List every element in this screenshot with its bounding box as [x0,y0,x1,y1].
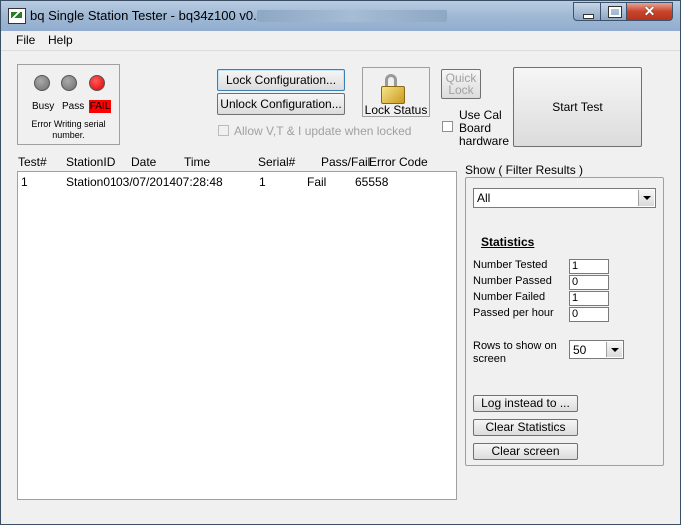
col-time[interactable]: Time [184,155,210,169]
padlock-body-icon [381,86,405,104]
lock-configuration-button[interactable]: Lock Configuration... [217,69,345,91]
passed-per-hour-label: Passed per hour [473,307,554,319]
statistics-heading: Statistics [481,235,535,249]
clear-screen-label: Clear screen [491,444,560,458]
window-title: bq Single Station Tester - bq34z100 v0.0… [30,8,272,23]
number-passed-label: Number Passed [473,275,552,287]
rows-to-show-select[interactable]: 50 [569,340,624,359]
number-failed-label: Number Failed [473,291,546,303]
col-serial[interactable]: Serial# [258,155,295,169]
rows-to-show-label-1: Rows to show on [473,340,557,352]
log-instead-label: Log instead to ... [481,396,570,410]
rows-to-show-value: 50 [573,343,587,357]
unlock-configuration-label: Unlock Configuration... [220,97,342,111]
busy-indicator-icon [34,75,50,91]
menu-help[interactable]: Help [48,33,73,47]
clear-statistics-button[interactable]: Clear Statistics [473,419,578,436]
filter-selected-value: All [477,191,491,205]
row-1-time[interactable]: 07:28:48 [176,175,223,189]
menu-bar: File Help [1,31,680,51]
unlock-configuration-button[interactable]: Unlock Configuration... [217,93,345,115]
row-1-date[interactable]: 03/07/2014 [116,175,176,189]
title-redacted-area [257,10,447,22]
row-1-error[interactable]: 65558 [355,175,388,189]
close-icon: ✕ [643,3,656,19]
lock-status-button[interactable]: Lock Status [362,67,430,117]
use-cal-label-2: Board [459,121,492,135]
col-pass-fail[interactable]: Pass/Fail [321,155,370,169]
close-button[interactable]: ✕ [626,2,673,21]
clear-screen-button[interactable]: Clear screen [473,443,578,460]
app-icon [8,8,26,24]
results-list[interactable] [17,171,457,500]
maximize-button[interactable] [600,2,627,21]
fail-label: FAIL [89,100,111,113]
menu-file[interactable]: File [16,33,35,47]
use-cal-label-3: hardware [459,134,510,148]
log-instead-button[interactable]: Log instead to ... [473,395,578,412]
title-bar[interactable]: bq Single Station Tester - bq34z100 v0.0… [1,1,680,31]
row-1-test[interactable]: 1 [21,175,28,189]
use-cal-board-checkbox[interactable] [442,121,453,132]
row-1-station[interactable]: Station01 [66,175,117,189]
lock-configuration-label: Lock Configuration... [225,73,337,87]
col-date[interactable]: Date [131,155,156,169]
status-panel: Busy Pass FAIL Error Writing serial numb… [17,64,120,145]
app-window: bq Single Station Tester - bq34z100 v0.0… [0,0,681,525]
pass-label: Pass [62,101,85,112]
number-tested-field[interactable]: 1 [569,259,609,274]
minimize-button[interactable] [573,2,601,21]
allow-update-checkbox[interactable] [218,125,229,136]
allow-update-label: Allow V,T & I update when locked [234,124,412,138]
status-message: Error Writing serial number. [31,119,106,140]
clear-statistics-label: Clear Statistics [485,420,566,434]
number-failed-field[interactable]: 1 [569,291,609,306]
chevron-down-icon[interactable] [606,342,622,357]
col-error-code[interactable]: Error Code [369,155,428,169]
filter-title: Show ( Filter Results ) [463,163,586,177]
use-cal-label-1: Use Cal [459,108,502,122]
number-tested-label: Number Tested [473,259,548,271]
number-passed-field[interactable]: 0 [569,275,609,290]
filter-select[interactable]: All [473,188,656,208]
col-station-id[interactable]: StationID [66,155,115,169]
row-1-result[interactable]: Fail [307,175,326,189]
fail-indicator-icon [89,75,105,91]
start-test-button[interactable]: Start Test [513,67,642,147]
passed-per-hour-field[interactable]: 0 [569,307,609,322]
quick-lock-label-2: Lock [448,83,474,97]
chevron-down-icon[interactable] [638,190,654,206]
busy-label: Busy [32,101,55,112]
start-test-label: Start Test [552,100,603,114]
row-1-serial[interactable]: 1 [259,175,266,189]
col-test-number[interactable]: Test# [18,155,47,169]
quick-lock-button[interactable]: Quick Lock [441,69,481,99]
rows-to-show-label-2: screen [473,353,507,365]
pass-indicator-icon [61,75,77,91]
lock-status-label: Lock Status [364,103,428,117]
